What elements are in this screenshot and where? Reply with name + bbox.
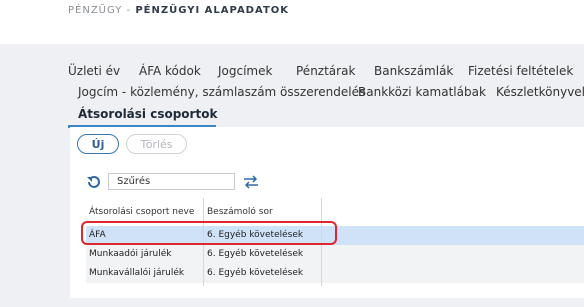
new-button[interactable]: Új <box>77 134 119 154</box>
tab-interbank-rates[interactable]: Bankközi kamatlábak <box>358 85 486 99</box>
swap-arrows-icon[interactable] <box>243 174 259 190</box>
cell-group-name: Munkavállalói járulék <box>89 268 185 278</box>
cell-report-line: 6. Egyéb követelések <box>207 268 304 278</box>
tab-fiscal-year[interactable]: Üzleti év <box>68 64 120 78</box>
tab-vat-codes[interactable]: ÁFA kódok <box>139 64 201 78</box>
table-row[interactable]: Munkaadói járulék 6. Egyéb követelések <box>86 245 584 264</box>
tab-reclassification-groups[interactable]: Átsorolási csoportok <box>78 107 217 121</box>
tab-bank-accounts[interactable]: Bankszámlák <box>374 64 453 78</box>
cell-group-name: Munkaadói járulék <box>89 249 172 259</box>
tab-title-assignment[interactable]: Jogcím - közlemény, számlaszám összerend… <box>78 85 365 99</box>
selection-highlight <box>81 221 337 245</box>
breadcrumb: PÉNZÜGY - PÉNZÜGYI ALAPADATOK <box>68 5 289 16</box>
column-header-group-name[interactable]: Átsorolási csoport neve <box>89 207 194 217</box>
breadcrumb-parent[interactable]: PÉNZÜGY - <box>68 5 131 16</box>
tab-titles[interactable]: Jogcímek <box>218 64 272 78</box>
breadcrumb-current: PÉNZÜGYI ALAPADATOK <box>135 5 290 16</box>
delete-button[interactable]: Törlés <box>126 134 187 154</box>
tab-payment-terms[interactable]: Fizetési feltételek <box>468 64 573 78</box>
top-bar: PÉNZÜGY - PÉNZÜGYI ALAPADATOK <box>0 0 584 44</box>
tab-cash-registers[interactable]: Pénztárak <box>296 64 355 78</box>
cell-report-line: 6. Egyéb követelések <box>207 249 304 259</box>
table-row[interactable]: Munkavállalói járulék 6. Egyéb követelés… <box>86 264 584 283</box>
tab-inventory-accounting[interactable]: Készletkönyvelé <box>496 85 584 99</box>
refresh-icon[interactable] <box>86 174 102 190</box>
column-header-report-line[interactable]: Beszámoló sor <box>207 207 273 217</box>
filter-input[interactable]: Szűrés <box>108 173 235 190</box>
tab-bar: Üzleti év ÁFA kódok Jogcímek Pénztárak B… <box>68 56 584 128</box>
